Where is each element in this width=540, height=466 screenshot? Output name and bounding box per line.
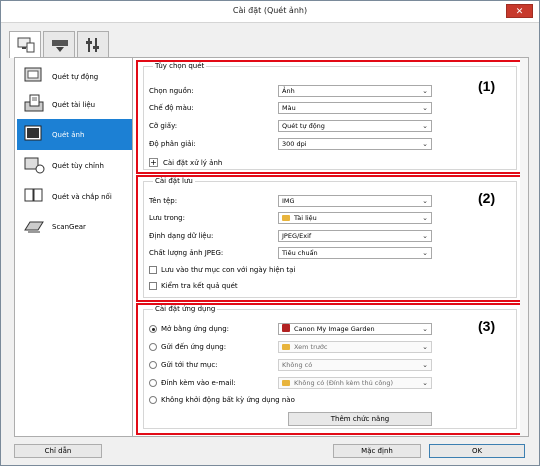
source-select[interactable]: Ảnh ⌄ <box>278 85 432 97</box>
subfolder-label: Lưu vào thư mục con với ngày hiện tại <box>161 266 296 274</box>
check-result-label: Kiểm tra kết quả quét <box>161 282 238 290</box>
jpeg-quality-label: Chất lượng ảnh JPEG: <box>149 249 224 257</box>
chevron-down-icon: ⌄ <box>422 104 428 112</box>
no-app-radio[interactable] <box>149 396 157 404</box>
send-to-app-label: Gửi đến ứng dụng: <box>161 343 227 351</box>
mail-app-icon <box>282 380 290 386</box>
chevron-down-icon: ⌄ <box>422 214 428 222</box>
title-bar: Cài đặt (Quét ảnh) ✕ <box>1 1 539 23</box>
save-in-label: Lưu trong: <box>149 214 185 222</box>
jpeg-quality-select[interactable]: Tiêu chuẩn ⌄ <box>278 247 432 259</box>
sidebar: Quét tự động Quét tài liệu Quét ảnh Quét… <box>14 57 133 437</box>
open-with-app-label: Mở bằng ứng dụng: <box>161 325 230 333</box>
no-app-label: Không khởi động bất kỳ ứng dụng nào <box>161 396 295 404</box>
attach-email-label: Đính kèm vào e-mail: <box>161 379 236 387</box>
chevron-down-icon: ⌄ <box>422 232 428 240</box>
scangear-icon <box>24 221 44 233</box>
auto-scan-icon <box>24 67 42 82</box>
chevron-down-icon: ⌄ <box>422 249 428 257</box>
save-settings-section: Cài đặt lưu (2) Tên tệp: IMG ⌄ Lưu trong:… <box>136 175 524 302</box>
scan-from-computer-icon <box>17 37 35 53</box>
general-settings-icon <box>86 38 99 52</box>
settings-panel: Tùy chọn quét (1) Chọn nguồn: Ảnh ⌄ Chế đ… <box>132 57 529 437</box>
custom-scan-icon <box>24 157 45 174</box>
save-settings-title: Cài đặt lưu <box>153 177 195 185</box>
subfolder-checkbox[interactable] <box>149 266 157 274</box>
resolution-select[interactable]: 300 dpi ⌄ <box>278 138 432 150</box>
tab-scan-from-computer[interactable] <box>9 31 41 58</box>
chevron-down-icon: ⌄ <box>422 379 428 387</box>
settings-dialog: Cài đặt (Quét ảnh) ✕ Quét tự động Quét t… <box>0 0 540 466</box>
expand-image-processing-button[interactable]: + <box>149 158 158 167</box>
image-processing-label: Cài đặt xử lý ảnh <box>163 159 223 167</box>
sidebar-item-scan-stitch[interactable]: Quét và chắp nối <box>17 181 132 212</box>
attach-email-radio[interactable] <box>149 379 157 387</box>
chevron-down-icon: ⌄ <box>422 87 428 95</box>
chevron-down-icon: ⌄ <box>422 361 428 369</box>
section-badge-1: (1) <box>478 78 496 94</box>
window-title: Cài đặt (Quét ảnh) <box>232 6 308 15</box>
data-format-label: Định dạng dữ liệu: <box>149 232 214 240</box>
filename-label: Tên tệp: <box>149 197 178 205</box>
section-badge-3: (3) <box>478 318 496 334</box>
paper-size-label: Cỡ giấy: <box>149 122 178 130</box>
scan-stitch-icon <box>24 188 43 202</box>
app-icon <box>282 344 290 350</box>
resolution-label: Độ phân giải: <box>149 140 196 148</box>
chevron-down-icon: ⌄ <box>422 140 428 148</box>
add-function-button[interactable]: Thêm chức năng <box>288 412 432 426</box>
send-to-app-select[interactable]: Xem trước ⌄ <box>278 341 432 353</box>
chevron-down-icon: ⌄ <box>422 325 428 333</box>
folder-icon <box>282 215 290 221</box>
tab-scan-from-panel[interactable] <box>43 31 75 57</box>
save-in-select[interactable]: Tài liệu ⌄ <box>278 212 432 224</box>
sidebar-item-auto-scan[interactable]: Quét tự động <box>17 61 132 92</box>
sidebar-item-custom-scan[interactable]: Quét tùy chỉnh <box>17 150 132 181</box>
scan-options-title: Tùy chọn quét <box>153 62 207 70</box>
scan-options-section: Tùy chọn quét (1) Chọn nguồn: Ảnh ⌄ Chế đ… <box>136 60 524 174</box>
scan-from-panel-icon <box>52 40 68 52</box>
source-label: Chọn nguồn: <box>149 87 194 95</box>
paper-size-select[interactable]: Quét tự động ⌄ <box>278 120 432 132</box>
check-result-checkbox[interactable] <box>149 282 157 290</box>
help-button[interactable]: Chỉ dẫn <box>14 444 102 458</box>
section-badge-2: (2) <box>478 190 496 206</box>
tab-general-settings[interactable] <box>77 31 109 57</box>
send-to-app-radio[interactable] <box>149 343 157 351</box>
sidebar-item-document-scan[interactable]: Quét tài liệu <box>17 89 132 120</box>
chevron-down-icon: ⌄ <box>422 122 428 130</box>
scrollbar[interactable] <box>520 58 528 436</box>
scan-options-group: Tùy chọn quét <box>143 62 517 170</box>
sidebar-item-scangear[interactable]: ScanGear <box>17 211 132 242</box>
sidebar-item-photo-scan[interactable]: Quét ảnh <box>17 119 132 150</box>
filename-combo[interactable]: IMG ⌄ <box>278 195 432 207</box>
app-icon <box>282 324 290 332</box>
data-format-select[interactable]: JPEG/Exif ⌄ <box>278 230 432 242</box>
chevron-down-icon: ⌄ <box>422 343 428 351</box>
close-button[interactable]: ✕ <box>506 4 533 18</box>
ok-button[interactable]: OK <box>429 444 525 458</box>
open-with-app-select[interactable]: Canon My Image Garden ⌄ <box>278 323 432 335</box>
attach-email-select[interactable]: Không có (Đính kèm thủ công) ⌄ <box>278 377 432 389</box>
send-to-folder-select[interactable]: Không có ⌄ <box>278 359 432 371</box>
chevron-down-icon: ⌄ <box>422 197 428 205</box>
document-scan-icon <box>24 94 44 112</box>
send-to-folder-label: Gửi tới thư mục: <box>161 361 218 369</box>
photo-scan-icon <box>24 125 42 141</box>
color-mode-select[interactable]: Màu ⌄ <box>278 102 432 114</box>
open-with-app-radio[interactable] <box>149 325 157 333</box>
application-settings-title: Cài đặt ứng dụng <box>153 305 218 313</box>
send-to-folder-radio[interactable] <box>149 361 157 369</box>
application-settings-section: Cài đặt ứng dụng (3) Mở bằng ứng dụng: C… <box>136 303 524 435</box>
defaults-button[interactable]: Mặc định <box>333 444 421 458</box>
color-mode-label: Chế độ màu: <box>149 104 194 112</box>
